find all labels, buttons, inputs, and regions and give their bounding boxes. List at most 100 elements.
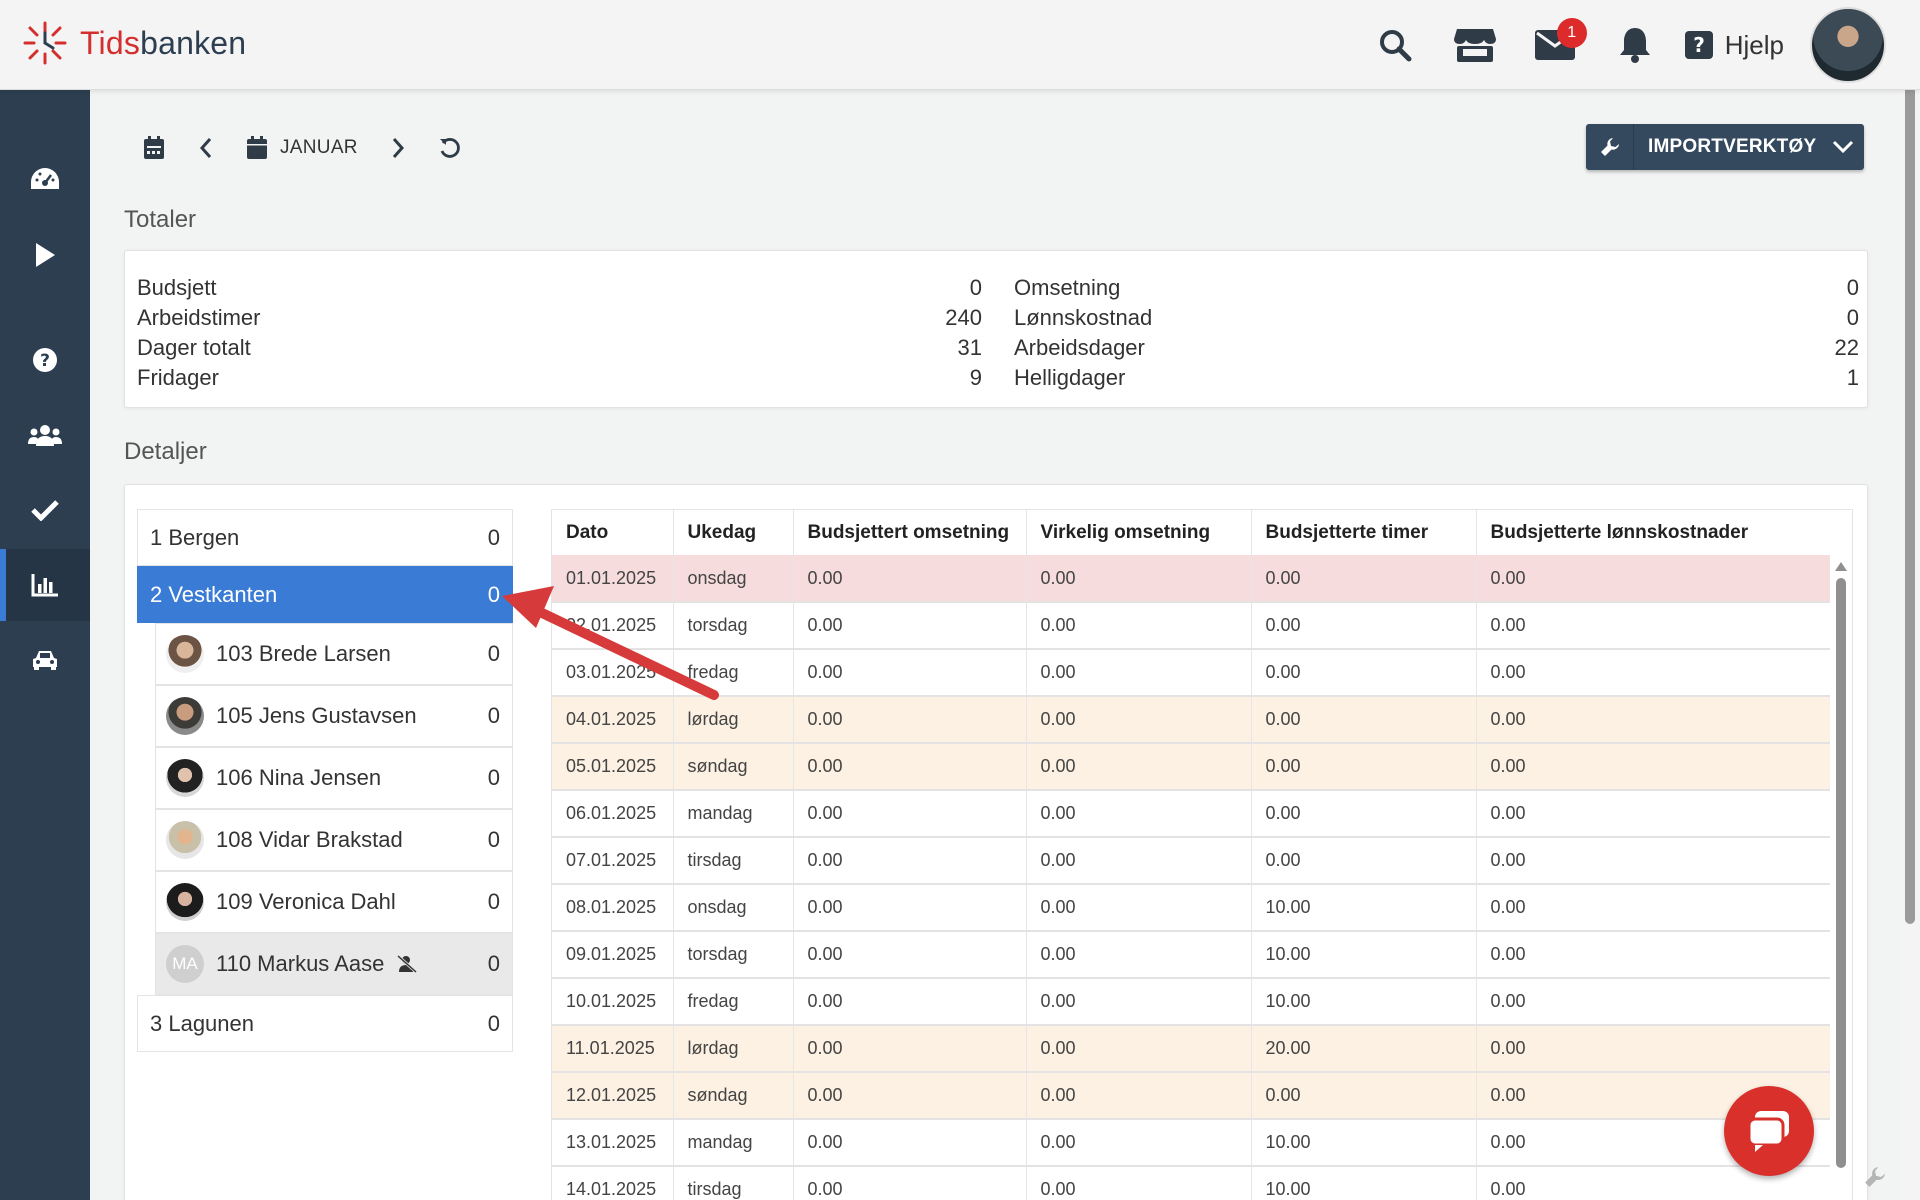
- totals-row: Budsjett 0: [137, 275, 982, 305]
- next-month-button[interactable]: [372, 126, 424, 170]
- table-row[interactable]: 11.01.2025 lørdag 0.00 0.00 20.00 0.00: [552, 1025, 1830, 1073]
- table-cell: 0.00: [1476, 790, 1830, 838]
- department-bergen[interactable]: 1 Bergen 0: [137, 509, 513, 566]
- app-logo[interactable]: Tidsbanken: [22, 20, 246, 66]
- chart-icon: [31, 574, 58, 597]
- logo-icon: [23, 21, 67, 65]
- employee-item[interactable]: 106 Nina Jensen 0: [155, 747, 513, 809]
- sidebar-item-vehicles[interactable]: [0, 624, 90, 696]
- column-header[interactable]: Budsjetterte timer: [1251, 510, 1477, 555]
- table-cell: fredag: [673, 978, 794, 1026]
- sidebar-item-help[interactable]: ?: [0, 324, 90, 396]
- import-tool-label: IMPORTVERKTØY: [1648, 136, 1817, 157]
- search-button[interactable]: [1355, 8, 1435, 82]
- table-row[interactable]: 14.01.2025 tirsdag 0.00 0.00 10.00 0.00: [552, 1166, 1830, 1200]
- employee-avatar: [166, 635, 204, 673]
- table-row[interactable]: 07.01.2025 tirsdag 0.00 0.00 0.00 0.00: [552, 837, 1830, 885]
- totals-label: Dager totalt: [137, 335, 251, 360]
- help-icon: ?: [1684, 31, 1713, 59]
- page-scrollbar[interactable]: [1900, 0, 1920, 1200]
- table-row[interactable]: 01.01.2025 onsdag 0.00 0.00 0.00 0.00: [552, 555, 1830, 603]
- table-row[interactable]: 09.01.2025 torsdag 0.00 0.00 10.00 0.00: [552, 931, 1830, 979]
- table-cell: 0.00: [793, 837, 1027, 885]
- employee-item[interactable]: 103 Brede Larsen 0: [155, 623, 513, 685]
- table-cell: 14.01.2025: [552, 1166, 674, 1200]
- table-cell: 10.01.2025: [552, 978, 674, 1026]
- department-lagunen[interactable]: 3 Lagunen 0: [137, 995, 513, 1052]
- table-cell: 0.00: [793, 884, 1027, 932]
- employee-item[interactable]: 109 Veronica Dahl 0: [155, 871, 513, 933]
- table-row[interactable]: 06.01.2025 mandag 0.00 0.00 0.00 0.00: [552, 790, 1830, 838]
- employee-info: 109 Veronica Dahl: [166, 883, 396, 921]
- table-row[interactable]: 03.01.2025 fredag 0.00 0.00 0.00 0.00: [552, 649, 1830, 697]
- table-cell: 0.00: [1026, 1025, 1252, 1073]
- employee-label: 108 Vidar Brakstad: [216, 827, 403, 852]
- table-cell: 0.00: [1476, 837, 1830, 885]
- table-cell: 0.00: [1026, 555, 1252, 603]
- car-icon: [33, 651, 57, 670]
- table-scroll-thumb[interactable]: [1836, 578, 1846, 1168]
- help-label: Hjelp: [1724, 29, 1784, 60]
- import-tool-button[interactable]: IMPORTVERKTØY: [1586, 124, 1864, 170]
- table-row[interactable]: 05.01.2025 søndag 0.00 0.00 0.00 0.00: [552, 743, 1830, 791]
- daily-details-table: Dato Ukedag Budsjettert omsetning Virkel…: [551, 509, 1853, 1200]
- table-cell: 02.01.2025: [552, 602, 674, 650]
- table-cell: 0.00: [1476, 555, 1830, 603]
- notifications-button[interactable]: [1595, 8, 1675, 82]
- month-selector[interactable]: JANUAR: [232, 136, 372, 160]
- table-row[interactable]: 08.01.2025 onsdag 0.00 0.00 10.00 0.00: [552, 884, 1830, 932]
- employee-avatar: [166, 697, 204, 735]
- totals-label: Helligdager: [1014, 365, 1126, 390]
- sidebar: ?: [0, 90, 90, 1200]
- table-scrollbar[interactable]: [1834, 558, 1848, 1168]
- store-button[interactable]: [1435, 8, 1515, 82]
- details-card: 1 Bergen 0 2 Vestkanten 0 103 Brede Lars…: [124, 484, 1868, 1200]
- user-avatar[interactable]: [1810, 7, 1886, 83]
- table-cell: 0.00: [1026, 1119, 1252, 1167]
- messages-button[interactable]: 1: [1515, 8, 1595, 82]
- table-row[interactable]: 13.01.2025 mandag 0.00 0.00 10.00 0.00: [552, 1119, 1830, 1167]
- wrench-icon[interactable]: [1864, 1166, 1886, 1188]
- column-header[interactable]: Budsjetterte lønnskostnader: [1476, 510, 1830, 555]
- sidebar-item-play[interactable]: [0, 219, 90, 291]
- totals-row: Dager totalt 31: [137, 335, 982, 365]
- page-scroll-thumb[interactable]: [1905, 24, 1915, 924]
- table-cell: onsdag: [673, 884, 794, 932]
- employee-item[interactable]: MA 110 Markus Aase 0: [155, 933, 513, 995]
- table-row[interactable]: 04.01.2025 lørdag 0.00 0.00 0.00 0.00: [552, 696, 1830, 744]
- table-cell: 0.00: [1026, 649, 1252, 697]
- table-cell: 0.00: [1251, 1072, 1477, 1120]
- calendar-week-button[interactable]: [128, 126, 180, 170]
- reset-button[interactable]: [424, 126, 476, 170]
- table-row[interactable]: 02.01.2025 torsdag 0.00 0.00 0.00 0.00: [552, 602, 1830, 650]
- column-header[interactable]: Budsjettert omsetning: [793, 510, 1027, 555]
- table-cell: 0.00: [1251, 555, 1477, 603]
- sidebar-item-reports[interactable]: [0, 549, 90, 621]
- employee-label: 109 Veronica Dahl: [216, 889, 396, 914]
- employee-label: 105 Jens Gustavsen: [216, 703, 417, 728]
- table-cell: torsdag: [673, 931, 794, 979]
- sidebar-item-dashboard[interactable]: [0, 144, 90, 216]
- employee-value: 0: [487, 827, 500, 852]
- column-header[interactable]: Virkelig omsetning: [1026, 510, 1252, 555]
- employee-label: 103 Brede Larsen: [216, 641, 391, 666]
- column-header[interactable]: Dato: [552, 510, 674, 555]
- help-button[interactable]: ? Hjelp: [1684, 29, 1784, 61]
- sidebar-item-users[interactable]: [0, 399, 90, 471]
- calendar-icon: [247, 136, 267, 159]
- department-vestkanten[interactable]: 2 Vestkanten 0: [137, 566, 513, 623]
- totals-row: Lønnskostnad 0: [1014, 305, 1859, 335]
- totals-value: 0: [1846, 305, 1859, 330]
- previous-month-button[interactable]: [180, 126, 232, 170]
- table-row[interactable]: 10.01.2025 fredag 0.00 0.00 10.00 0.00: [552, 978, 1830, 1026]
- column-header[interactable]: Ukedag: [673, 510, 794, 555]
- employee-item[interactable]: 105 Jens Gustavsen 0: [155, 685, 513, 747]
- table-row[interactable]: 12.01.2025 søndag 0.00 0.00 0.00 0.00: [552, 1072, 1830, 1120]
- employee-label: 110 Markus Aase: [216, 951, 385, 976]
- table-cell: 0.00: [1476, 931, 1830, 979]
- sidebar-item-approvals[interactable]: [0, 474, 90, 546]
- employee-value: 0: [487, 951, 500, 976]
- employee-item[interactable]: 108 Vidar Brakstad 0: [155, 809, 513, 871]
- chat-button[interactable]: [1724, 1086, 1814, 1176]
- table-cell: 0.00: [1251, 696, 1477, 744]
